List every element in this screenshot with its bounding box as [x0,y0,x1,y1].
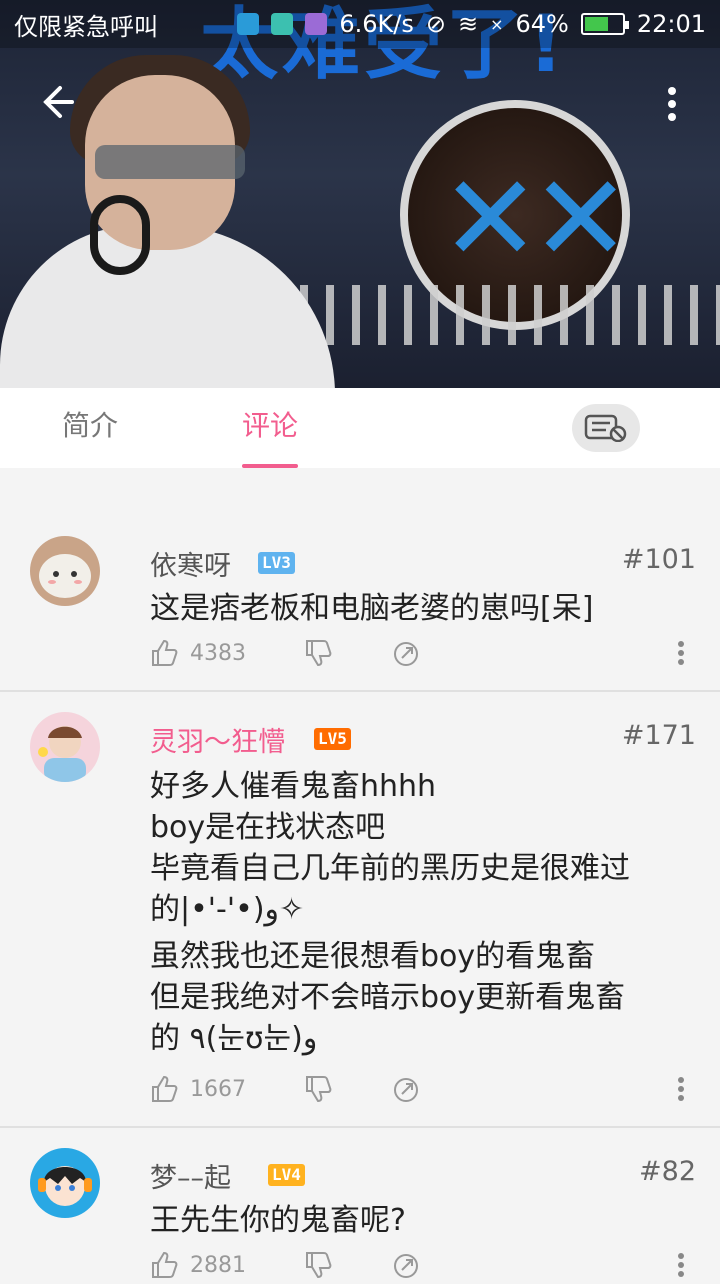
comment-floor-number: #82 [639,1156,696,1187]
thumbs-down-icon[interactable] [304,1074,334,1104]
danmaku-toggle-button[interactable] [572,404,640,452]
battery-percent: 64% [515,10,569,38]
tab-comments-label: 评论 [242,409,299,442]
comment-line: 但是我绝对不会暗示boy更新看鬼畜 [150,980,626,1015]
comment-line: boy是在找状态吧 [150,810,386,845]
comment-item: 依寒呀 LV3 #101 这是痞老板和电脑老婆的崽吗[呆] 4383 [0,468,720,692]
video-spikes-graphic [300,285,720,345]
tab-intro-label: 简介 [62,409,119,442]
user-level-badge: LV5 [314,728,351,750]
comment-text: 这是痞老板和电脑老婆的崽吗[呆] [150,588,690,629]
comment-text: 王先生你的鬼畜呢? [150,1200,690,1241]
network-speed: 6.6K/s [339,10,414,38]
comment-menu-icon[interactable] [676,638,686,668]
comment-line: 这是痞老板和电脑老婆的崽吗[呆] [150,591,594,626]
comment-actions: 4383 [150,638,710,672]
gallery-icon [305,13,328,35]
thumbs-down-icon[interactable] [304,1250,334,1280]
thumbs-up-icon[interactable] [150,1074,180,1104]
no-signal-icon: × [490,14,504,34]
tab-intro[interactable]: 简介 [62,388,118,468]
android-icon [271,13,294,35]
comment-menu-icon[interactable] [676,1250,686,1280]
like-count: 4383 [190,641,246,666]
user-level-badge: LV3 [258,552,295,574]
carrier-text: 仅限紧急呼叫 [14,12,158,41]
vibrate-off-icon: ⊘ [425,10,446,38]
tab-comments[interactable]: 评论 [242,388,299,468]
back-arrow-icon[interactable] [36,82,80,126]
thumbs-down-icon[interactable] [304,638,334,668]
comment-username[interactable]: 依寒呀 [150,544,231,583]
like-count: 2881 [190,1253,246,1278]
clock: 22:01 [636,10,706,38]
comment-text: 好多人催看鬼畜hhhh boy是在找状态吧 毕竟看自己几年前的黑历史是很难过 的… [150,766,690,1059]
reply-icon[interactable] [392,638,422,668]
like-count: 1667 [190,1077,246,1102]
reply-icon[interactable] [392,1250,422,1280]
comment-line: 王先生你的鬼畜呢? [150,1203,406,1238]
wifi-icon: ≋ [457,10,479,38]
video-ball-mark: ✕✕ [440,150,631,289]
comment-line: 虽然我也还是很想看boy的看鬼畜 [150,939,596,974]
comment-item: 灵羽～狂懵 LV5 #171 好多人催看鬼畜hhhh boy是在找状态吧 毕竟看… [0,692,720,1128]
comment-actions: 2881 [150,1250,710,1284]
comment-floor-number: #171 [621,720,696,751]
danmaku-off-icon [584,414,627,442]
avatar[interactable] [30,536,100,606]
video-player[interactable]: 太难受了! ✕✕ [0,0,720,388]
comment-username[interactable]: 灵羽～狂懵 [150,720,285,759]
comment-item: 梦––起 LV4 #82 王先生你的鬼畜呢? 2881 [0,1128,720,1280]
comment-floor-number: #101 [621,544,696,575]
comment-line: 毕竟看自己几年前的黑历史是很难过 [150,851,630,886]
user-level-badge: LV4 [268,1164,305,1186]
comment-line: 的|•'-'•)و✧ [150,892,305,927]
comment-actions: 1667 [150,1074,710,1108]
comment-list: 依寒呀 LV3 #101 这是痞老板和电脑老婆的崽吗[呆] 4383 灵羽～狂懵… [0,468,720,1280]
avatar[interactable] [30,1148,100,1218]
reply-icon[interactable] [392,1074,422,1104]
battery-icon [580,13,629,35]
thumbs-up-icon[interactable] [150,1250,180,1280]
app-notification-icon [237,13,260,35]
avatar[interactable] [30,712,100,782]
comment-line: 好多人催看鬼畜hhhh [150,769,437,804]
comment-username[interactable]: 梦––起 [150,1156,231,1195]
thumbs-up-icon[interactable] [150,638,180,668]
comment-line: 的 ٩(눈ʊ눈)و [150,1021,318,1056]
more-options-icon[interactable] [658,82,686,126]
status-bar: 仅限紧急呼叫 6.6K/s ⊘ ≋ × 64% 22:01 [0,0,720,48]
comment-menu-icon[interactable] [676,1074,686,1104]
